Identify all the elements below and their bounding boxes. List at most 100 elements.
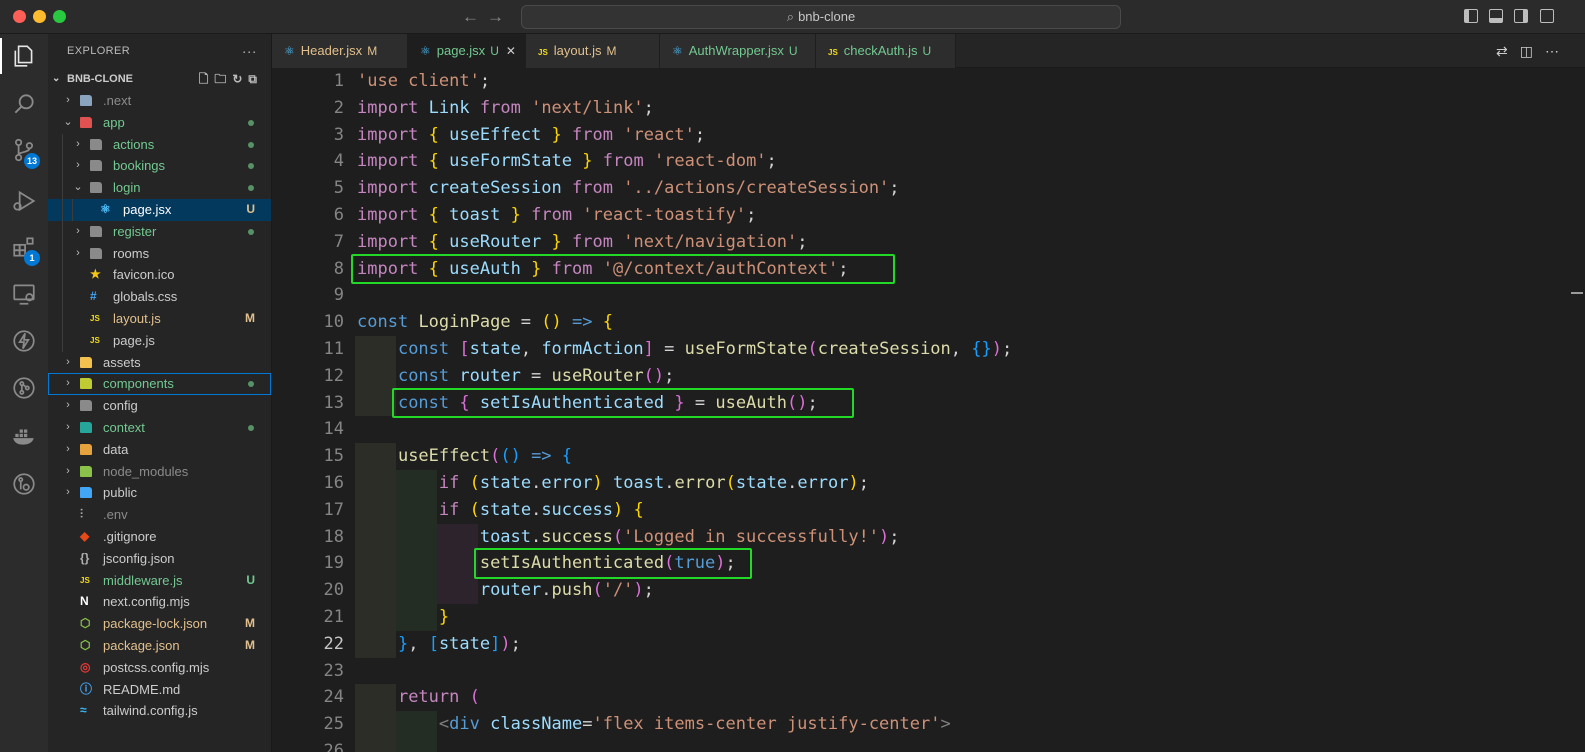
tree-folder[interactable]: › assets xyxy=(48,352,271,374)
tree-file[interactable]: ⬡ package-lock.json M xyxy=(48,613,271,635)
refresh-icon[interactable]: ↻ xyxy=(232,72,248,86)
code-line[interactable]: if (state.success) { xyxy=(357,497,644,524)
minimize-window-button[interactable] xyxy=(33,10,46,23)
code-line[interactable]: import { toast } from 'react-toastify'; xyxy=(357,202,756,229)
tree-file[interactable]: ◆ .gitignore xyxy=(48,526,271,548)
code-line[interactable]: useEffect(() => { xyxy=(357,443,572,470)
code-line[interactable]: const [state, formAction] = useFormState… xyxy=(357,336,1012,363)
tree-file[interactable]: JS middleware.js U xyxy=(48,570,271,592)
editor-tab[interactable]: ⚛ AuthWrapper.jsx U xyxy=(660,34,816,68)
chevron-down-icon[interactable]: ⌄ xyxy=(63,112,73,134)
tree-folder[interactable]: › data xyxy=(48,439,271,461)
tree-file[interactable]: JS page.js xyxy=(48,329,271,352)
git-graph-icon[interactable] xyxy=(0,368,48,408)
code-line[interactable]: import { useFormState } from 'react-dom'… xyxy=(357,148,777,175)
code-line[interactable]: import Link from 'next/link'; xyxy=(357,95,654,122)
chevron-right-icon[interactable]: › xyxy=(73,155,83,177)
editor-tab[interactable]: JS checkAuth.js U xyxy=(816,34,956,68)
back-arrow-icon[interactable]: ← xyxy=(462,7,479,27)
chevron-right-icon[interactable]: › xyxy=(73,243,83,265)
tree-file[interactable]: {} jsconfig.json xyxy=(48,548,271,570)
tree-folder[interactable]: › node_modules xyxy=(48,461,271,483)
editor-tab[interactable]: ⚛ page.jsx U ✕ xyxy=(408,34,526,68)
chevron-right-icon[interactable]: › xyxy=(73,134,83,156)
code-line[interactable]: if (state.error) toast.error(state.error… xyxy=(357,470,869,497)
code-line[interactable]: }, [state]); xyxy=(357,631,521,658)
code-line[interactable]: toast.success('Logged in successfully!')… xyxy=(357,524,900,551)
tree-folder[interactable]: › components xyxy=(48,373,271,396)
code-line[interactable]: const router = useRouter(); xyxy=(357,363,674,390)
tree-file[interactable]: ⓘ README.md xyxy=(48,679,271,701)
chevron-down-icon[interactable]: ⌄ xyxy=(73,177,83,199)
explorer-toolbar[interactable]: 🗋🗀↻⧉ xyxy=(199,68,263,90)
code-area[interactable]: 'use client'; import Link from 'next/link… xyxy=(351,68,1557,752)
tree-file[interactable]: ◎ postcss.config.mjs xyxy=(48,657,271,679)
tree-folder[interactable]: › actions xyxy=(48,133,271,156)
chevron-right-icon[interactable]: › xyxy=(63,439,73,461)
tree-file[interactable]: ⚛ page.jsx U xyxy=(48,198,271,221)
tree-folder[interactable]: › .next xyxy=(48,90,271,112)
workspace-root[interactable]: ⌄ BNB-CLONE 🗋🗀↻⧉ xyxy=(48,68,271,90)
chevron-right-icon[interactable]: › xyxy=(63,417,73,439)
more-actions-icon[interactable]: ⋯ xyxy=(1545,43,1571,59)
tree-folder[interactable]: › bookings xyxy=(48,155,271,178)
code-editor[interactable]: 1 2 3 4 5 6 7 8 9 10 11 12 13 14 15 16 17 18 19 20 21 22 23 24 2… xyxy=(272,68,1585,752)
gitlens-icon[interactable] xyxy=(0,464,48,504)
tree-folder[interactable]: › config xyxy=(48,395,271,417)
source-control-icon[interactable]: 13 xyxy=(0,130,48,170)
extensions-icon[interactable]: 1 xyxy=(0,227,48,267)
remote-explorer-icon[interactable] xyxy=(0,274,48,314)
tree-folder[interactable]: › register xyxy=(48,220,271,243)
chevron-right-icon[interactable]: › xyxy=(63,373,73,395)
editor-tab[interactable]: JS layout.js M xyxy=(526,34,660,68)
toggle-secondary-sidebar-icon[interactable] xyxy=(1514,9,1528,23)
customize-layout-icon[interactable] xyxy=(1540,9,1554,23)
collapse-all-icon[interactable]: ⧉ xyxy=(248,72,263,86)
toggle-primary-sidebar-icon[interactable] xyxy=(1464,9,1478,23)
tree-folder[interactable]: › rooms xyxy=(48,242,271,265)
maximize-window-button[interactable] xyxy=(53,10,66,23)
code-line[interactable]: import { useRouter } from 'next/navigati… xyxy=(357,229,808,256)
chevron-right-icon[interactable]: › xyxy=(63,352,73,374)
run-debug-icon[interactable] xyxy=(0,181,48,221)
chevron-right-icon[interactable]: › xyxy=(63,395,73,417)
new-folder-icon[interactable]: 🗀 xyxy=(214,72,232,86)
tree-file[interactable]: # globals.css xyxy=(48,286,271,308)
tree-file[interactable]: JS layout.js M xyxy=(48,307,271,330)
search-icon[interactable] xyxy=(0,84,48,124)
tree-folder[interactable]: › context xyxy=(48,417,271,439)
tree-folder[interactable]: › public xyxy=(48,482,271,504)
toggle-panel-icon[interactable] xyxy=(1489,9,1503,23)
tree-file[interactable]: ≈ tailwind.config.js xyxy=(48,700,271,722)
tree-folder[interactable]: ⌄ login xyxy=(48,177,271,199)
tree-folder[interactable]: ⌄ app xyxy=(48,112,271,134)
code-line[interactable]: } xyxy=(357,604,449,631)
new-file-icon[interactable]: 🗋 xyxy=(199,72,215,86)
tree-file[interactable]: ⫶ .env xyxy=(48,504,271,526)
code-line[interactable]: return ( xyxy=(357,684,480,711)
chevron-right-icon[interactable]: › xyxy=(63,482,73,504)
chevron-right-icon[interactable]: › xyxy=(63,461,73,483)
close-window-button[interactable] xyxy=(13,10,26,23)
tree-file[interactable]: ⬡ package.json M xyxy=(48,635,271,657)
docker-icon[interactable] xyxy=(0,416,48,456)
open-changes-icon[interactable]: ⇄ xyxy=(1496,43,1520,59)
code-line[interactable]: import { useEffect } from 'react'; xyxy=(357,122,705,149)
chevron-right-icon[interactable]: › xyxy=(73,221,83,243)
chevron-right-icon[interactable]: › xyxy=(63,90,73,112)
forward-arrow-icon[interactable]: → xyxy=(487,7,504,27)
tree-file[interactable]: Nnext.config.mjs xyxy=(48,591,271,613)
tree-file[interactable]: ★ favicon.ico xyxy=(48,264,271,287)
code-line[interactable]: <div className='flex items-center justif… xyxy=(357,711,951,738)
lightning-icon[interactable] xyxy=(0,321,48,361)
explorer-icon[interactable] xyxy=(0,36,48,76)
split-editor-icon[interactable]: ◫ xyxy=(1520,43,1545,59)
code-line[interactable]: import createSession from '../actions/cr… xyxy=(357,175,900,202)
code-line[interactable]: router.push('/'); xyxy=(357,577,654,604)
editor-tab[interactable]: ⚛ Header.jsx M xyxy=(272,34,408,68)
command-center-search[interactable]: ⌕ bnb-clone xyxy=(521,5,1121,29)
code-line[interactable]: const LoginPage = () => { xyxy=(357,309,613,336)
code-line[interactable]: 'use client'; xyxy=(357,68,490,95)
more-actions-icon[interactable]: ··· xyxy=(242,34,257,68)
close-tab-icon[interactable]: ✕ xyxy=(506,44,516,58)
